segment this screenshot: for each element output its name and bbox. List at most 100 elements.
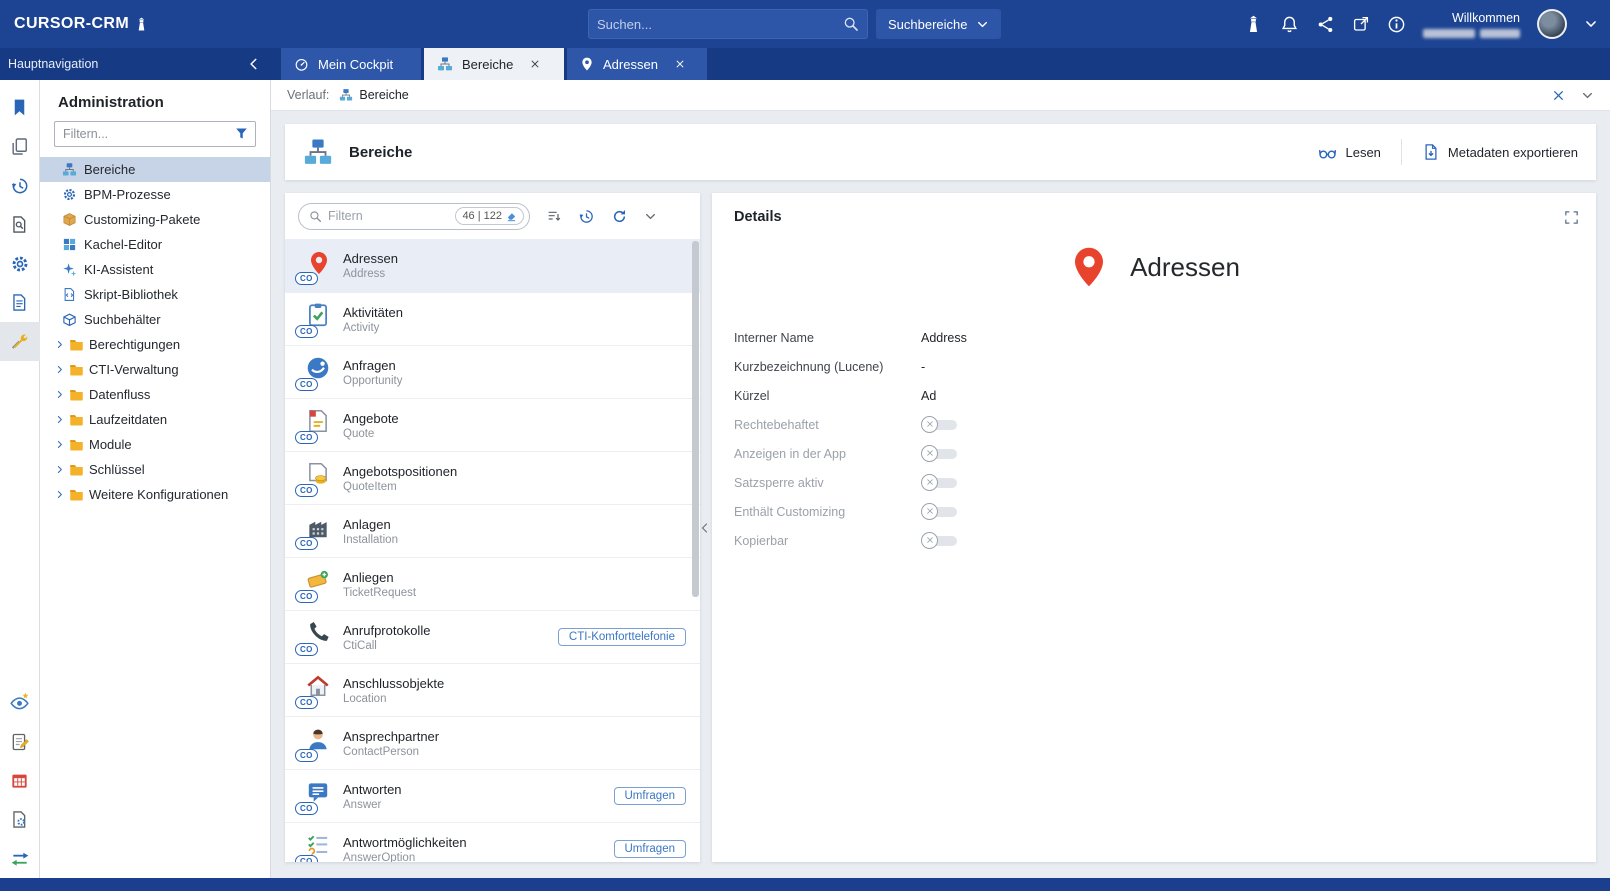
toggle-off[interactable] — [921, 445, 961, 463]
folder-icon — [69, 337, 84, 352]
lighthouse-assistant-icon[interactable] — [1244, 15, 1263, 34]
list-item-anliegen[interactable]: CO AnliegenTicketRequest — [285, 557, 700, 610]
sidebar-item-kachel-editor[interactable]: Kachel-Editor — [40, 232, 270, 257]
list-item-angebotspositionen[interactable]: CO AngebotspositionenQuoteItem — [285, 451, 700, 504]
app-logo: CURSOR-CRM — [14, 15, 149, 33]
tab-label: Bereiche — [462, 57, 513, 72]
user-avatar[interactable] — [1537, 9, 1567, 39]
sort-icon[interactable] — [546, 208, 562, 224]
gear-icon[interactable] — [0, 244, 40, 283]
list-item-aktivitaeten[interactable]: CO AktivitätenActivity — [285, 292, 700, 345]
clear-history-icon[interactable] — [1552, 89, 1565, 102]
tab-adressen[interactable]: Adressen — [567, 48, 707, 80]
chevron-right-icon — [55, 365, 64, 374]
nav-filter-input[interactable] — [54, 121, 256, 147]
list-filter[interactable]: 46 | 122 — [298, 203, 530, 230]
welcome-label: Willkommen — [1452, 11, 1520, 25]
toggle-off[interactable] — [921, 474, 961, 492]
script-document-icon[interactable] — [0, 283, 40, 322]
sidebar-folder-cti-verwaltung[interactable]: CTI-Verwaltung — [40, 357, 270, 382]
sidebar-folder-datenfluss[interactable]: Datenfluss — [40, 382, 270, 407]
swap-arrows-icon[interactable] — [0, 839, 40, 878]
entity-list: CO AdressenAddress CO AktivitätenActivit… — [285, 239, 700, 862]
sitemap-icon — [339, 88, 353, 102]
close-tab-icon[interactable] — [675, 59, 685, 69]
field-enthaelt-customizing: Enthält Customizing — [734, 497, 1574, 526]
list-item-anschlussobjekte[interactable]: CO AnschlussobjekteLocation — [285, 663, 700, 716]
history-item-bereiche[interactable]: Bereiche — [339, 88, 408, 102]
history-bar: Verlauf: Bereiche — [271, 80, 1610, 111]
pages-icon[interactable] — [0, 127, 40, 166]
sidebar-item-customizing-pakete[interactable]: Customizing-Pakete — [40, 207, 270, 232]
chevron-down-icon[interactable] — [644, 210, 657, 223]
list-item-anfragen[interactable]: CO AnfragenOpportunity — [285, 345, 700, 398]
global-search[interactable] — [588, 9, 868, 39]
search-icon[interactable] — [843, 16, 859, 32]
expand-details-icon[interactable] — [1563, 209, 1580, 226]
tab-mein-cockpit[interactable]: Mein Cockpit — [281, 48, 421, 80]
collapse-navigation-icon[interactable] — [247, 57, 261, 71]
user-name-redacted — [1423, 29, 1520, 38]
eraser-icon[interactable] — [506, 211, 517, 222]
lesen-button[interactable]: Lesen — [1318, 143, 1380, 162]
collapse-details-icon[interactable] — [699, 522, 711, 534]
search-scope-button[interactable]: Suchbereiche — [876, 9, 1001, 39]
bookmark-icon[interactable] — [0, 88, 40, 127]
filter-funnel-icon[interactable] — [234, 126, 249, 141]
script-icon — [62, 287, 77, 302]
co-tag: CO — [295, 378, 318, 391]
search-input[interactable] — [597, 17, 843, 32]
navigation-panel: Administration Bereiche BPM-Prozesse Cus… — [40, 80, 271, 878]
sidebar-folder-schluessel[interactable]: Schlüssel — [40, 457, 270, 482]
metadaten-exportieren-button[interactable]: Metadaten exportieren — [1422, 143, 1578, 161]
chevron-right-icon — [55, 340, 64, 349]
list-scrollbar-thumb[interactable] — [692, 241, 699, 597]
list-item-angebote[interactable]: CO AngeboteQuote — [285, 398, 700, 451]
history-icon[interactable] — [578, 208, 595, 225]
app-logo-text: CURSOR-CRM — [14, 15, 129, 33]
list-filter-input[interactable] — [328, 209, 449, 223]
container-icon — [62, 312, 77, 327]
close-tab-icon[interactable] — [530, 59, 540, 69]
sidebar-item-suchbehaelter[interactable]: Suchbehälter — [40, 307, 270, 332]
notifications-bell-icon[interactable] — [1280, 15, 1299, 34]
result-count-badge[interactable]: 46 | 122 — [455, 207, 524, 225]
co-tag: CO — [295, 590, 318, 603]
document-search-icon[interactable] — [0, 205, 40, 244]
info-icon[interactable] — [1387, 15, 1406, 34]
top-bar: CURSOR-CRM Suchbereiche Willkommen — [0, 0, 1610, 48]
list-item-adressen[interactable]: CO AdressenAddress — [285, 239, 700, 292]
sitemap-icon — [62, 162, 77, 177]
sidebar-item-skript-bibliothek[interactable]: Skript-Bibliothek — [40, 282, 270, 307]
sidebar-folder-module[interactable]: Module — [40, 432, 270, 457]
list-item-ansprechpartner[interactable]: CO AnsprechpartnerContactPerson — [285, 716, 700, 769]
co-tag: CO — [295, 749, 318, 762]
eye-star-icon[interactable] — [0, 683, 40, 722]
calendar-icon[interactable] — [0, 761, 40, 800]
sidebar-item-ki-assistent[interactable]: KI-Assistent — [40, 257, 270, 282]
sidebar-item-bereiche[interactable]: Bereiche — [40, 157, 270, 182]
notepad-icon[interactable] — [0, 722, 40, 761]
toggle-off[interactable] — [921, 416, 961, 434]
tools-wrench-icon[interactable] — [0, 322, 40, 361]
sidebar-folder-laufzeitdaten[interactable]: Laufzeitdaten — [40, 407, 270, 432]
tab-bereiche[interactable]: Bereiche — [424, 48, 564, 80]
toggle-off[interactable] — [921, 532, 961, 550]
share-icon[interactable] — [1316, 15, 1335, 34]
user-menu-chevron-icon[interactable] — [1584, 17, 1598, 31]
sidebar-item-bpm-prozesse[interactable]: BPM-Prozesse — [40, 182, 270, 207]
history-icon[interactable] — [0, 166, 40, 205]
list-item-antwortmoeglichkeiten[interactable]: CO AntwortmöglichkeitenAnswerOption Umfr… — [285, 822, 700, 862]
sidebar-folder-weitere-konfigurationen[interactable]: Weitere Konfigurationen — [40, 482, 270, 507]
document-gear-icon[interactable] — [0, 800, 40, 839]
open-window-icon[interactable] — [1352, 15, 1370, 33]
list-item-antworten[interactable]: CO AntwortenAnswer Umfragen — [285, 769, 700, 822]
sidebar-folder-berechtigungen[interactable]: Berechtigungen — [40, 332, 270, 357]
toggle-off[interactable] — [921, 503, 961, 521]
refresh-icon[interactable] — [611, 208, 628, 225]
co-tag: CO — [295, 537, 318, 550]
co-tag: CO — [295, 643, 318, 656]
chevron-down-icon[interactable] — [1581, 89, 1594, 102]
list-item-anlagen[interactable]: CO AnlagenInstallation — [285, 504, 700, 557]
list-item-anrufprotokolle[interactable]: CO AnrufprotokolleCtiCall CTI-Komforttel… — [285, 610, 700, 663]
